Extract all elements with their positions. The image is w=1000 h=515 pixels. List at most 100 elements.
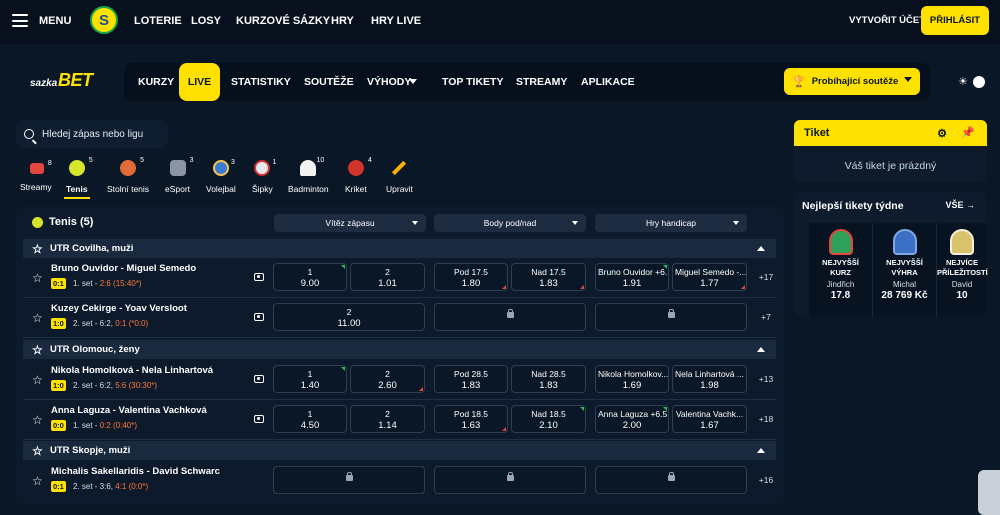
best-ticket-tile[interactable]: NEJVÍCE PŘÍLEŽITOSTÍ David 10 [937,223,988,316]
nav-top-tikety[interactable]: TOP TIKETY [442,76,503,88]
sport-volejbal[interactable]: 3 Volejbal [206,159,236,194]
chevron-up-icon[interactable] [757,347,765,352]
star-icon[interactable]: ☆ [32,413,43,427]
market-dropdown-points[interactable]: Body pod/nad [434,214,586,232]
odd-button[interactable]: Bruno Ouvidor +6... 1.91 [595,263,669,291]
odd-button[interactable]: 2 11.00 [273,303,425,331]
stream-icon[interactable] [254,313,264,321]
league-header[interactable]: ☆ UTR Skopje, muži [23,441,776,460]
odd-button[interactable]: Pod 17.5 1.80 [434,263,508,291]
more-markets-link[interactable]: +18 [756,414,776,424]
match-score: 0:0 [51,420,66,431]
odd-button[interactable]: 1 1.40 [273,365,347,393]
odd-button[interactable]: Valentina Vachk... 1.67 [672,405,747,433]
league-header[interactable]: ☆ UTR Olomouc, ženy [23,340,776,359]
odd-button[interactable]: Nad 18.5 2.10 [511,405,586,433]
topnav-kurzove-sazky[interactable]: KURZOVÉ SÁZKY [236,15,330,27]
more-markets-link[interactable]: +17 [756,272,776,282]
chevron-up-icon[interactable] [757,246,765,251]
stream-icon[interactable] [254,375,264,383]
nav-streamy[interactable]: STREAMY [516,76,567,88]
sport-badminton[interactable]: 10 Badminton [288,157,329,194]
league-header[interactable]: ☆ UTR Covilha, muži [23,239,776,258]
more-markets-link[interactable]: +16 [756,475,776,485]
more-markets-link[interactable]: +7 [756,312,776,322]
menu-label[interactable]: MENU [39,15,71,27]
market-dropdown-winner[interactable]: Vítěz zápasu [274,214,426,232]
nav-vyhody[interactable]: VÝHODY [367,76,411,88]
star-icon[interactable]: ☆ [32,311,43,325]
best-tickets-all-link[interactable]: VŠE → [945,200,975,210]
match-row[interactable]: ☆ Anna Laguza - Valentina Vachková 0:0 1… [23,400,776,440]
nav-statistiky[interactable]: STATISTIKY [231,76,291,88]
topnav-hry-live[interactable]: HRY LIVE [371,15,421,27]
star-icon[interactable]: ☆ [32,242,43,256]
odd-button[interactable]: Nela Linhartová ... 1.98 [672,365,747,393]
odd-button[interactable]: 2 2.60 [350,365,425,393]
sport-kriket[interactable]: 4 Kriket [345,157,372,194]
pin-icon[interactable]: 📌 [961,126,975,139]
sport-upravit[interactable]: Upravit [386,160,413,194]
odd-button[interactable]: Nad 28.5 1.83 [511,365,586,393]
star-icon[interactable]: ☆ [32,271,43,285]
star-icon[interactable]: ☆ [32,343,43,357]
search-input[interactable]: Hledej zápas nebo ligu [42,129,143,140]
odds-down-icon [419,387,423,391]
odd-button[interactable]: 1 9.00 [273,263,347,291]
search-box[interactable]: Hledej zápas nebo ligu [16,120,168,148]
match-row[interactable]: ☆ Nikola Homolková - Nela Linhartová 1:0… [23,360,776,400]
odd-button[interactable]: Pod 18.5 1.63 [434,405,508,433]
odd-button[interactable]: Pod 28.5 1.83 [434,365,508,393]
sport-tenis[interactable]: 5 Tenis [64,157,93,199]
nav-aplikace[interactable]: APLIKACE [581,76,635,88]
nav-live-tab[interactable]: LIVE [179,63,220,101]
create-account-link[interactable]: VYTVOŘIT ÚČET [849,15,925,26]
top-bar: MENU S LOTERIE LOSY KURZOVÉ SÁZKY HRY HR… [0,0,1000,44]
sport-streamy[interactable]: 8 Streamy [20,160,52,192]
sliders-icon[interactable]: ⚙ [937,127,947,140]
chat-button[interactable] [978,470,1000,515]
nav-souteze[interactable]: SOUTĚŽE [304,76,354,88]
star-icon[interactable]: ☆ [32,444,43,458]
match-row[interactable]: ☆ Bruno Ouvidor - Miguel Semedo 0:1 1. s… [23,258,776,298]
topnav-hry[interactable]: HRY [331,15,354,27]
best-ticket-tile[interactable]: NEJVYŠŠÍ KURZ Jindřich 17.8 [809,223,873,316]
odd-button[interactable]: 1 4.50 [273,405,347,433]
topnav-losy[interactable]: LOSY [191,15,221,27]
sport-sipky[interactable]: 1 Šipky [252,159,276,194]
theme-toggle[interactable]: ☀ [958,74,986,90]
competitions-dropdown[interactable]: 🏆 Probíhající soutěže [784,68,920,95]
odd-button[interactable]: Anna Laguza +6.5 2.00 [595,405,669,433]
match-teams[interactable]: Bruno Ouvidor - Miguel Semedo [51,263,196,274]
login-button[interactable]: PŘIHLÁSIT [921,6,989,35]
match-teams[interactable]: Nikola Homolková - Nela Linhartová [51,365,213,376]
chevron-up-icon[interactable] [757,448,765,453]
toggle-knob [973,76,985,88]
topnav-loterie[interactable]: LOTERIE [134,15,182,27]
sazka-logo[interactable]: S [90,6,118,34]
stream-icon[interactable] [254,415,264,423]
match-teams[interactable]: Michalis Sakellaridis - David Schwarc [51,466,220,477]
star-icon[interactable]: ☆ [32,373,43,387]
stream-icon: 8 [29,160,52,174]
sport-stolni-tenis[interactable]: 5 Stolní tenis [107,157,149,194]
market-dropdown-handicap[interactable]: Hry handicap [595,214,747,232]
sport-esport[interactable]: 3 eSport [165,157,194,194]
match-teams[interactable]: Anna Laguza - Valentina Vachková [51,405,207,416]
badge-icon [950,229,974,255]
match-teams[interactable]: Kuzey Cekirge - Yoav Versloot [51,303,187,314]
match-row[interactable]: ☆ Kuzey Cekirge - Yoav Versloot 1:0 2. s… [23,298,776,338]
match-row[interactable]: ☆ Michalis Sakellaridis - David Schwarc … [23,461,776,501]
stream-icon[interactable] [254,273,264,281]
hamburger-icon[interactable] [12,14,28,27]
odd-button[interactable]: Nikola Homolkov... 1.69 [595,365,669,393]
best-ticket-tile[interactable]: NEJVYŠŠÍ VÝHRA Michal 28 769 Kč [873,223,937,316]
odd-button[interactable]: 2 1.14 [350,405,425,433]
sun-icon: ☀ [958,76,968,88]
odd-button[interactable]: Miguel Semedo -... 1.77 [672,263,747,291]
star-icon[interactable]: ☆ [32,474,43,488]
odd-button[interactable]: 2 1.01 [350,263,425,291]
nav-kurzy[interactable]: KURZY [138,76,174,88]
more-markets-link[interactable]: +13 [756,374,776,384]
odd-button[interactable]: Nad 17.5 1.83 [511,263,586,291]
